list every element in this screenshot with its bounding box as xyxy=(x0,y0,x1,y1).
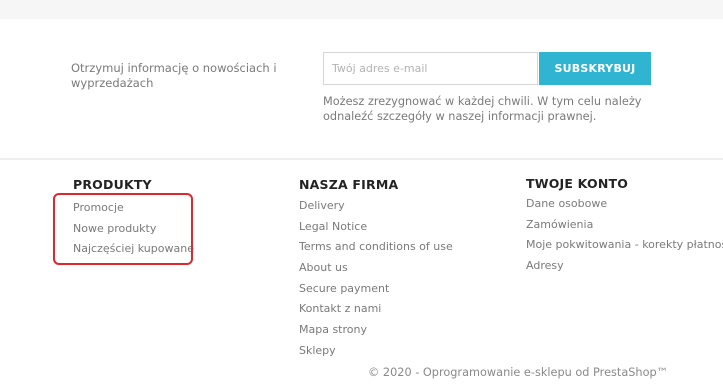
company-heading: NASZA FIRMA xyxy=(299,177,399,192)
link-sklepy[interactable]: Sklepy xyxy=(299,341,453,362)
link-dane-osobowe[interactable]: Dane osobowe xyxy=(526,194,723,215)
link-pokwitowania[interactable]: Moje pokwitowania - korekty płatności xyxy=(526,235,723,256)
products-heading: PRODUKTY xyxy=(73,177,152,192)
link-delivery[interactable]: Delivery xyxy=(299,196,453,217)
link-zamowienia[interactable]: Zamówienia xyxy=(526,215,723,236)
account-heading: TWOJE KONTO xyxy=(526,176,629,191)
link-nowe-produkty[interactable]: Nowe produkty xyxy=(73,219,194,240)
link-najczesciej-kupowane[interactable]: Najczęściej kupowane xyxy=(73,239,194,260)
top-background-band xyxy=(0,0,723,19)
footer-divider xyxy=(0,158,723,160)
link-mapa-strony[interactable]: Mapa strony xyxy=(299,320,453,341)
link-adresy[interactable]: Adresy xyxy=(526,256,723,277)
link-secure-payment[interactable]: Secure payment xyxy=(299,279,453,300)
email-input[interactable] xyxy=(323,52,538,85)
newsletter-unsubscribe-note: Możesz zrezygnować w każdej chwili. W ty… xyxy=(323,95,642,123)
link-about-us[interactable]: About us xyxy=(299,258,453,279)
newsletter-description: Otrzymuj informację o nowościach i wyprz… xyxy=(71,61,277,90)
link-legal-notice[interactable]: Legal Notice xyxy=(299,217,453,238)
company-list: Delivery Legal Notice Terms and conditio… xyxy=(299,196,453,362)
products-list: Promocje Nowe produkty Najczęściej kupow… xyxy=(73,198,194,260)
link-terms-and-conditions[interactable]: Terms and conditions of use xyxy=(299,237,453,258)
subscribe-button[interactable]: SUBSKRYBUJ xyxy=(539,52,651,85)
copyright-link[interactable]: © 2020 - Oprogramowanie e-sklepu od Pres… xyxy=(368,366,668,379)
account-list: Dane osobowe Zamówienia Moje pokwitowani… xyxy=(526,194,723,276)
link-promocje[interactable]: Promocje xyxy=(73,198,194,219)
link-kontakt[interactable]: Kontakt z nami xyxy=(299,299,453,320)
